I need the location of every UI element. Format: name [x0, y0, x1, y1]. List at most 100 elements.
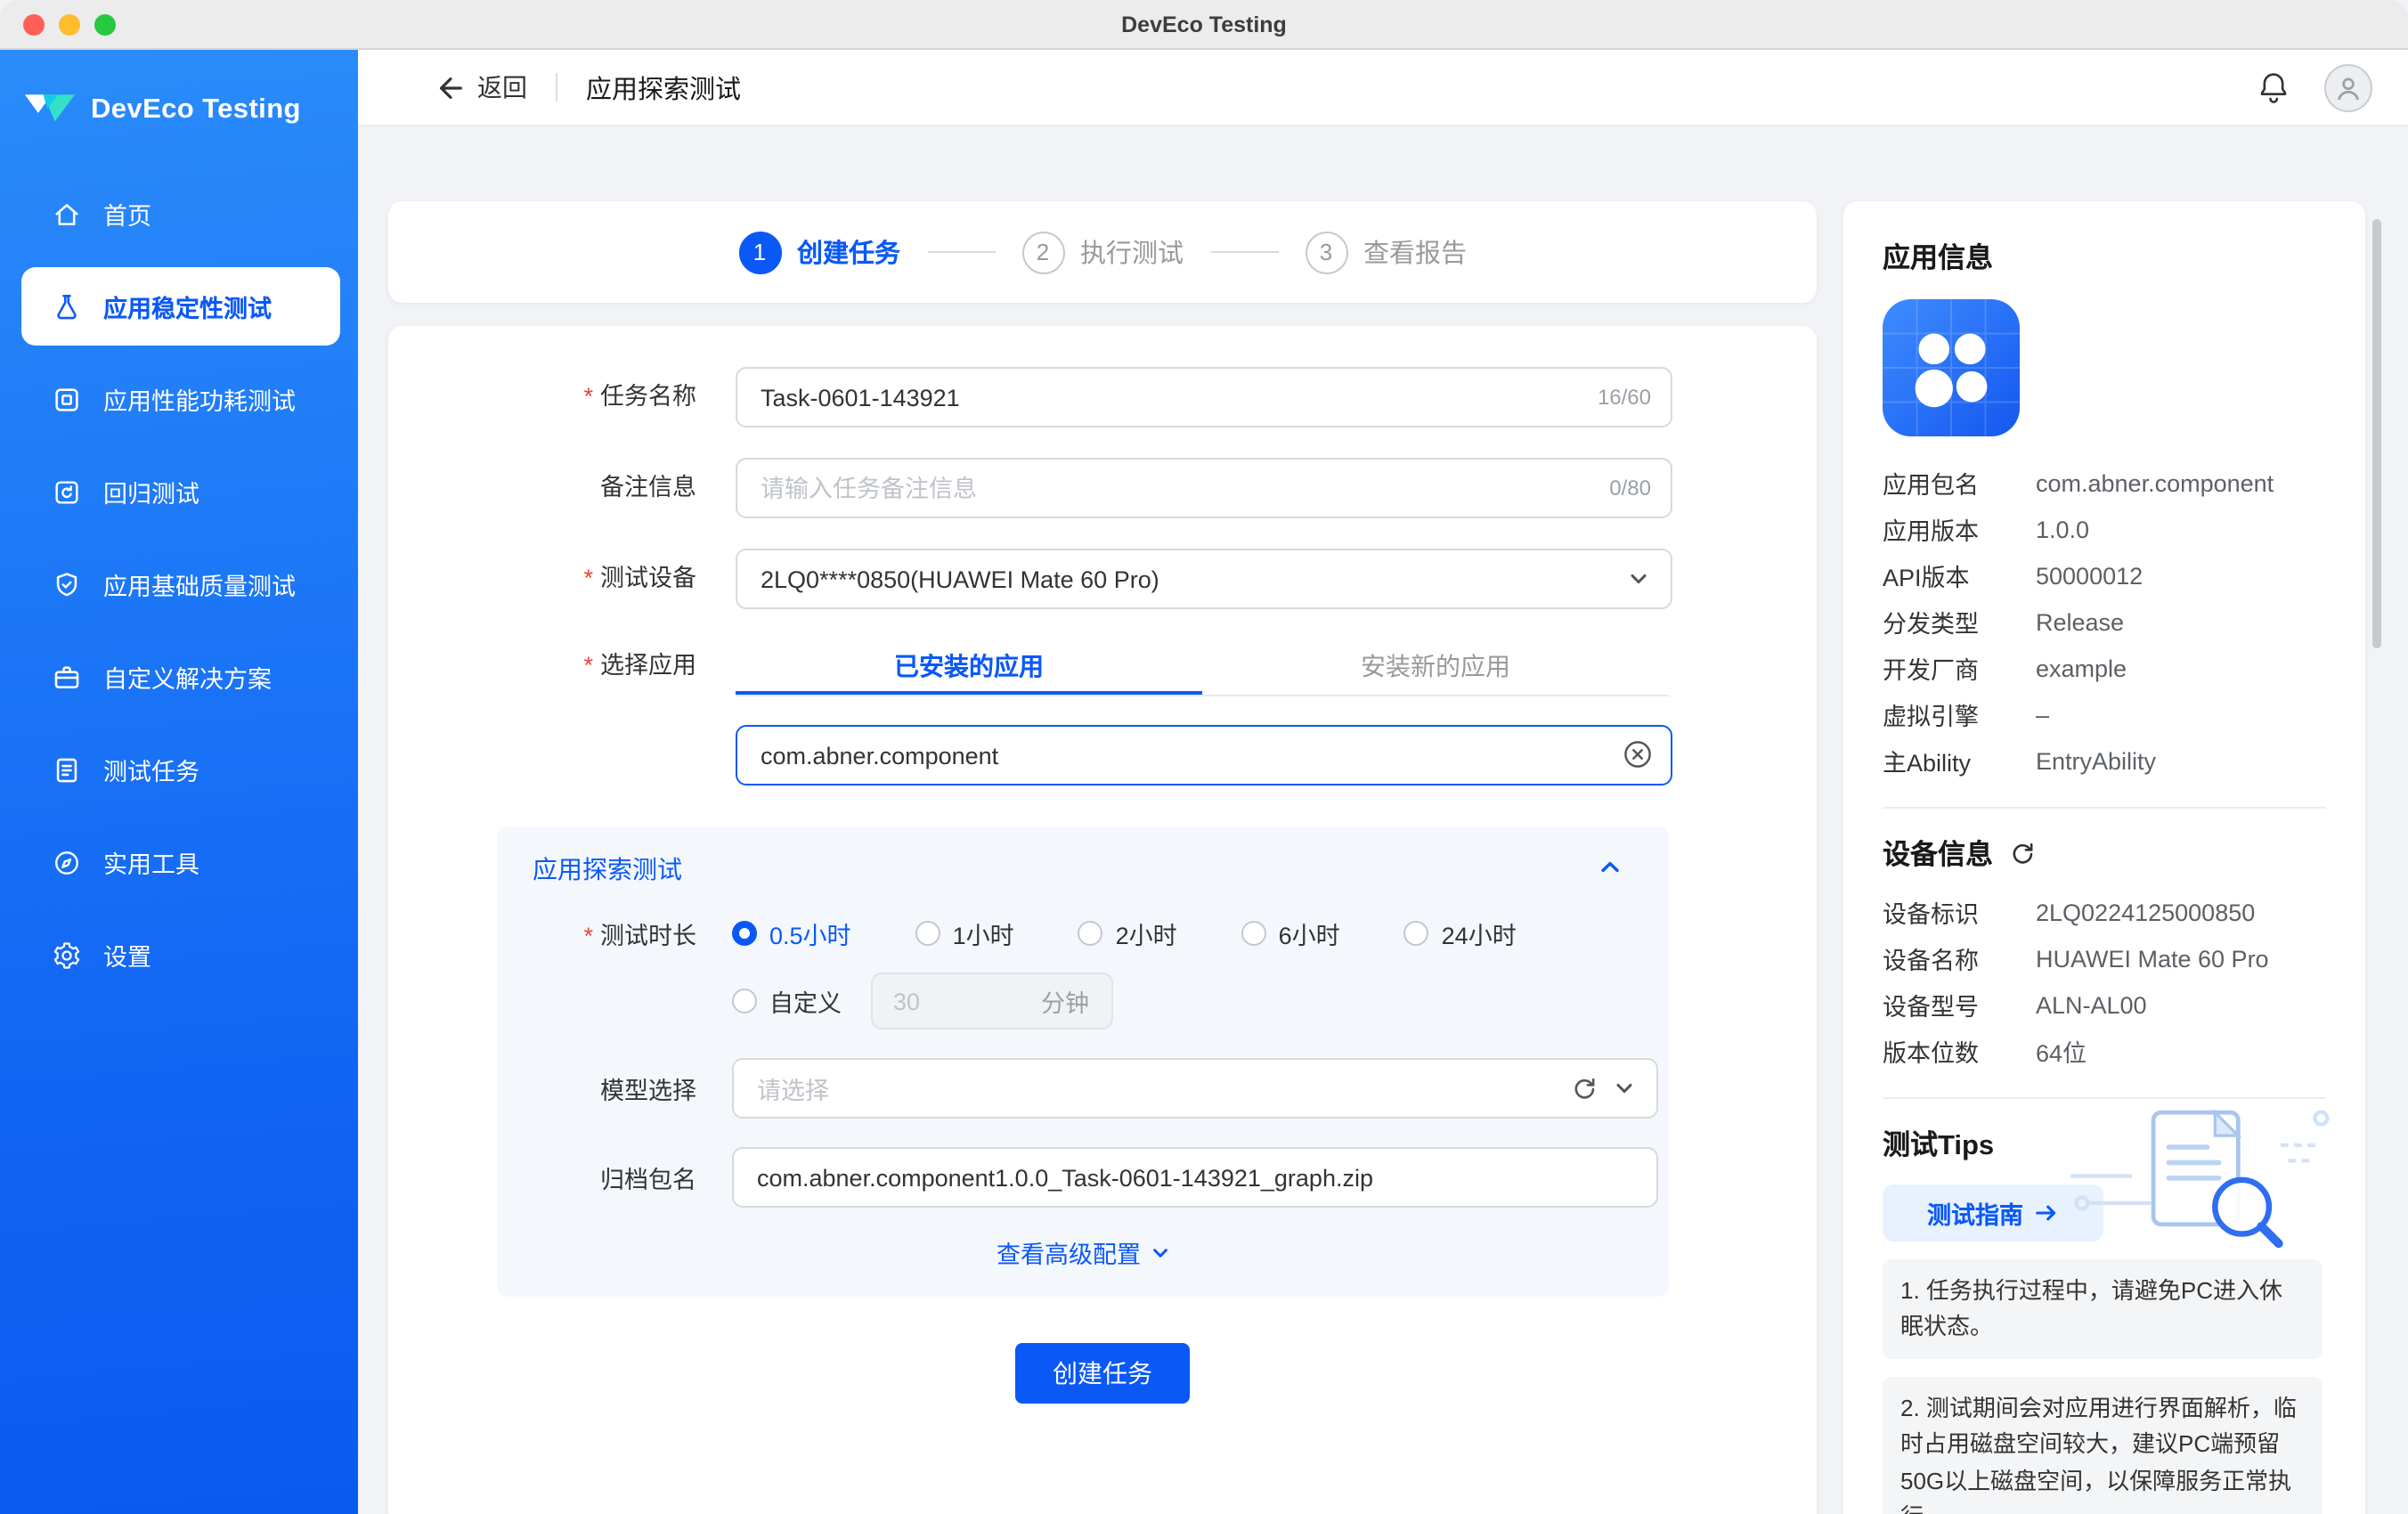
sidebar-item-app-performance-test[interactable]: 应用性能功耗测试: [21, 360, 340, 438]
info-label: 设备型号: [1883, 987, 2036, 1022]
shield-check-icon: [52, 569, 82, 599]
collapse-chevron-up-icon[interactable]: [1598, 855, 1623, 880]
deveco-logo-icon: [23, 90, 77, 131]
info-label: 应用包名: [1883, 465, 2036, 501]
duration-row: 测试时长 0.5小时 1小时: [497, 916, 1669, 951]
duration-option-6h[interactable]: 6小时: [1241, 916, 1340, 951]
sidebar-item-label: 实用工具: [103, 844, 199, 880]
user-avatar[interactable]: [2324, 63, 2372, 111]
sidebar-item-label: 应用稳定性测试: [103, 289, 272, 324]
notification-bell-icon[interactable]: [2255, 69, 2292, 106]
deveco-testing-window: DevEco Testing DevEco Testing 首页: [0, 0, 2408, 1514]
device-select[interactable]: 2LQ0****0850(HUAWEI Mate 60 Pro): [736, 549, 1672, 609]
app-info-row: 应用包名 com.abner.component: [1883, 460, 2326, 506]
duration-option-label: 0.5小时: [769, 916, 851, 951]
create-task-button[interactable]: 创建任务: [1015, 1343, 1190, 1404]
sidebar-item-home[interactable]: 首页: [21, 175, 340, 253]
info-label: 分发类型: [1883, 604, 2036, 639]
document-magnifier-illustration: [2059, 1099, 2340, 1263]
panel-divider: [1883, 807, 2326, 809]
page-title: 应用探索测试: [586, 69, 741, 106]
model-label: 模型选择: [497, 1070, 696, 1106]
sidebar-item-custom-solution[interactable]: 自定义解决方案: [21, 638, 340, 716]
task-name-input[interactable]: [736, 367, 1672, 427]
app-icon: [1883, 299, 2020, 436]
duration-option-label: 24小时: [1442, 916, 1517, 951]
duration-option-1h[interactable]: 1小时: [915, 916, 1014, 951]
clear-input-icon[interactable]: [1623, 739, 1653, 769]
remark-input[interactable]: [736, 458, 1672, 518]
duration-option-custom[interactable]: 自定义: [732, 983, 842, 1019]
custom-duration-unit: 分钟: [1041, 983, 1089, 1019]
brand-name: DevEco Testing: [91, 94, 301, 126]
app-window-icon: [52, 384, 82, 414]
app-info-row: API版本 50000012: [1883, 552, 2326, 598]
device-info-row: 设备名称 HUAWEI Mate 60 Pro: [1883, 935, 2326, 981]
tab-installed-apps[interactable]: 已安装的应用: [736, 639, 1202, 695]
archive-name-input[interactable]: [732, 1147, 1658, 1208]
back-label: 返回: [477, 69, 527, 105]
model-select[interactable]: 请选择: [732, 1058, 1658, 1119]
window-title: DevEco Testing: [0, 12, 2408, 37]
info-label: 开发厂商: [1883, 650, 2036, 686]
task-list-icon: [52, 754, 82, 785]
brand: DevEco Testing: [0, 50, 358, 142]
duration-option-label: 2小时: [1116, 916, 1177, 951]
app-info-row: 主Ability EntryAbility: [1883, 737, 2326, 784]
info-value: 1.0.0: [2036, 516, 2089, 542]
sidebar-item-app-quality-test[interactable]: 应用基础质量测试: [21, 545, 340, 623]
archive-row: 归档包名: [497, 1147, 1669, 1208]
app-info-row: 分发类型 Release: [1883, 598, 2326, 645]
sidebar-item-test-tasks[interactable]: 测试任务: [21, 730, 340, 809]
info-value: ALN-AL00: [2036, 991, 2147, 1018]
step-create-task: 1 创建任务: [738, 231, 900, 273]
refresh-icon[interactable]: [1571, 1075, 1598, 1102]
duration-option-24h[interactable]: 24小时: [1404, 916, 1517, 951]
explore-panel-title: 应用探索测试: [533, 851, 1669, 887]
device-info-row: 设备标识 2LQ0224125000850: [1883, 889, 2326, 935]
info-label: 虚拟引擎: [1883, 696, 2036, 732]
content-area: 1 创建任务 2 执行测试 3 查看报告 任务名称: [358, 176, 2408, 1514]
briefcase-icon: [52, 662, 82, 692]
vertical-scrollbar[interactable]: [2372, 219, 2381, 648]
device-label: 测试设备: [388, 549, 696, 609]
sidebar-item-settings[interactable]: 设置: [21, 916, 340, 994]
sidebar-item-app-stability-test[interactable]: 应用稳定性测试: [21, 267, 340, 346]
arrow-right-icon: [2034, 1202, 2059, 1224]
tab-install-new-app[interactable]: 安装新的应用: [1202, 639, 1669, 695]
sidebar: DevEco Testing 首页 应用稳定性测试 应用性能功耗测试: [0, 50, 358, 1514]
radio-icon: [732, 989, 757, 1013]
sidebar-item-regression-test[interactable]: 回归测试: [21, 452, 340, 531]
back-button[interactable]: 返回: [435, 69, 527, 105]
sidebar-item-utilities[interactable]: 实用工具: [21, 823, 340, 901]
duration-option-label: 6小时: [1279, 916, 1340, 951]
sidebar-item-label: 自定义解决方案: [103, 659, 272, 695]
sidebar-nav: 首页 应用稳定性测试 应用性能功耗测试 回归测试: [0, 175, 358, 994]
info-label: 应用版本: [1883, 511, 2036, 547]
app-info-title: 应用信息: [1883, 237, 2326, 276]
step-connector: [927, 251, 995, 253]
tips-section: 测试Tips: [1883, 1124, 2326, 1514]
custom-option-label: 自定义: [769, 983, 842, 1019]
model-select-placeholder: 请选择: [757, 1070, 829, 1106]
info-value: 2LQ0224125000850: [2036, 899, 2255, 925]
step-label: 创建任务: [797, 233, 900, 271]
step-number: 1: [738, 231, 781, 273]
remark-row: 备注信息 0/80: [388, 458, 1817, 518]
radio-selected-icon: [732, 921, 757, 946]
flask-icon: [52, 291, 82, 322]
duration-option-0-5h[interactable]: 0.5小时: [732, 916, 851, 951]
titlebar: DevEco Testing: [0, 0, 2408, 50]
custom-duration-input[interactable]: [893, 988, 1018, 1014]
refresh-device-icon[interactable]: [2009, 840, 2036, 867]
app-search-input[interactable]: [736, 725, 1672, 785]
duration-option-2h[interactable]: 2小时: [1078, 916, 1177, 951]
advanced-config-link[interactable]: 查看高级配置: [497, 1234, 1669, 1270]
custom-duration-row: 自定义 分钟: [497, 973, 1669, 1030]
app-select-label: 选择应用: [388, 639, 696, 693]
tip-item: 1. 任务执行过程中，请避免PC进入休眠状态。: [1883, 1259, 2323, 1360]
page-header: 返回 应用探索测试: [358, 50, 2408, 126]
duration-label: 测试时长: [497, 916, 696, 951]
info-label: 主Ability: [1883, 743, 2036, 778]
app-info-row: 虚拟引擎 –: [1883, 691, 2326, 737]
